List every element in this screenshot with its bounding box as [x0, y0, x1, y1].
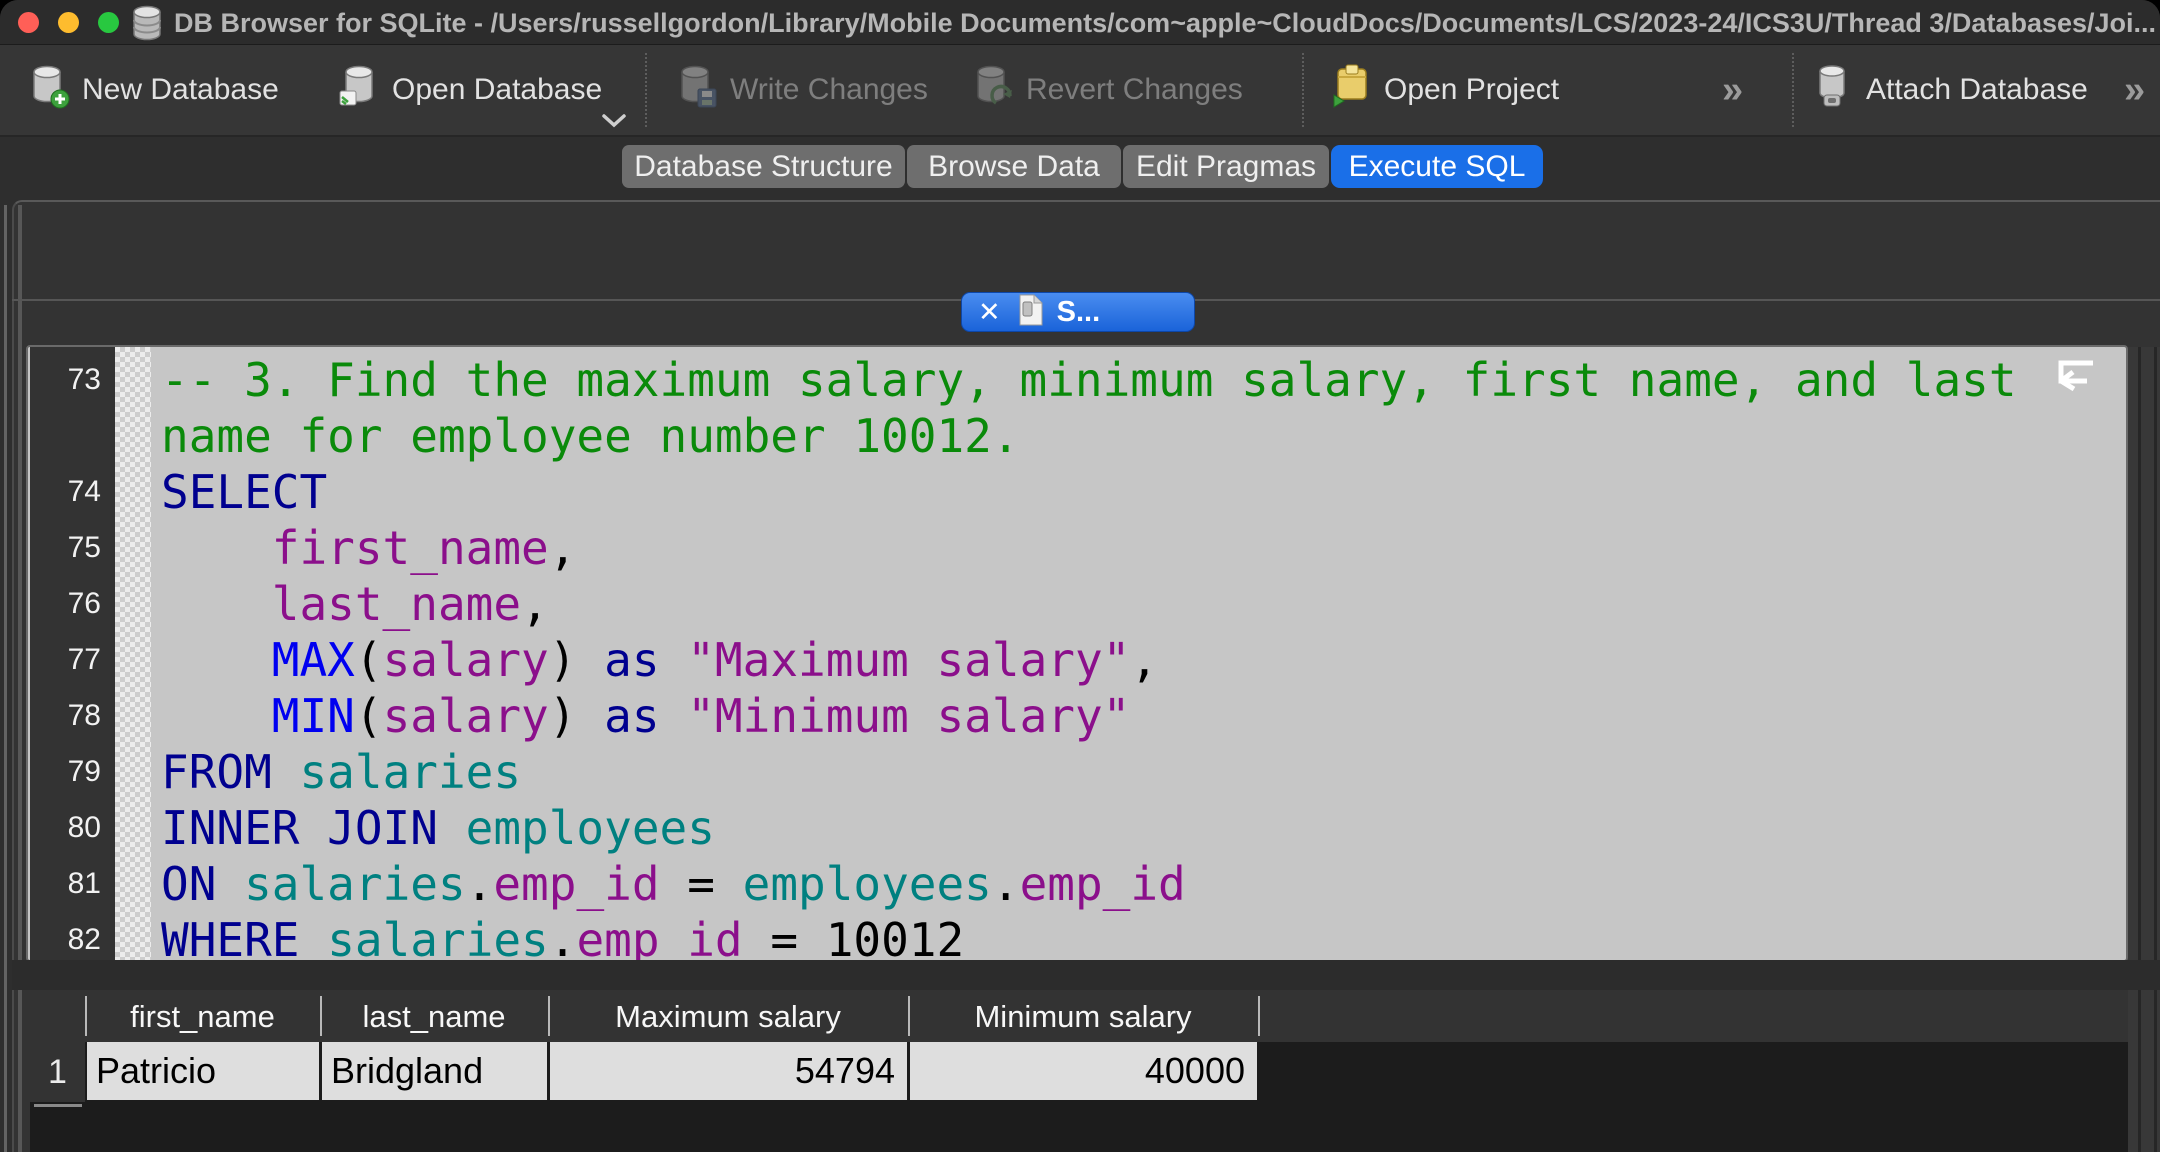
write-changes-label: Write Changes	[730, 73, 928, 107]
line-number: 81	[41, 856, 101, 912]
cell-last-name[interactable]: Bridgland	[322, 1042, 547, 1100]
revert-changes-label: Revert Changes	[1026, 73, 1243, 107]
scrollbar-groove	[2154, 347, 2157, 1152]
line-number: 74	[41, 464, 101, 520]
window-title: DB Browser for SQLite - /Users/russellgo…	[174, 0, 2156, 44]
line-wrap-icon	[2041, 355, 2097, 408]
editor-scrollbar[interactable]	[2128, 347, 2160, 1152]
code-line: FROM salaries	[161, 744, 521, 800]
sql-tab-label: S...	[1057, 296, 1101, 329]
code-line: first_name,	[161, 520, 576, 576]
code-line: MAX(salary) as "Maximum salary",	[161, 632, 1158, 688]
write-changes-icon	[676, 63, 718, 117]
new-database-label: New Database	[82, 73, 279, 107]
line-number: 80	[41, 800, 101, 856]
cell-first-name[interactable]: Patricio	[87, 1042, 319, 1100]
tab-execute-sql[interactable]: Execute SQL	[1331, 145, 1543, 188]
window-edge-groove	[4, 205, 7, 1152]
column-header-first-name[interactable]: first_name	[87, 990, 318, 1042]
minimize-window-button[interactable]	[58, 12, 79, 33]
open-database-button[interactable]: Open Database	[338, 45, 602, 135]
code-line: name for employee number 10012.	[161, 408, 1020, 464]
write-changes-button[interactable]: Write Changes	[676, 45, 928, 135]
column-header-maximum-salary[interactable]: Maximum salary	[550, 990, 906, 1042]
scrollbar-groove	[2138, 347, 2141, 1152]
toolbar-overflow-chevron[interactable]: »	[1722, 45, 1739, 135]
line-number-gutter: 73 747576777879808182	[30, 347, 115, 960]
line-number: 76	[41, 576, 101, 632]
database-app-icon	[130, 5, 164, 46]
line-number: 75	[41, 520, 101, 576]
open-database-icon	[338, 63, 380, 117]
code-line: INNER JOIN employees	[161, 800, 715, 856]
open-database-label: Open Database	[392, 73, 602, 107]
sql-document-icon	[1017, 294, 1045, 331]
sql-toolbar: b a	[12, 202, 2160, 301]
code-line: WHERE salaries.emp_id = 10012	[161, 912, 964, 960]
panel-edge-groove	[18, 205, 22, 1152]
column-header-minimum-salary[interactable]: Minimum salary	[910, 990, 1256, 1042]
close-icon[interactable]: ✕	[978, 293, 1001, 331]
line-number: 77	[41, 632, 101, 688]
revert-changes-button[interactable]: Revert Changes	[972, 45, 1243, 135]
open-database-dropdown-chevron[interactable]	[600, 113, 628, 134]
code-line: MIN(salary) as "Minimum salary"	[161, 688, 1130, 744]
new-database-button[interactable]: New Database	[28, 45, 279, 135]
toolbar-separator	[1302, 53, 1304, 127]
open-project-icon	[1330, 63, 1372, 117]
fold-margin	[115, 347, 151, 960]
code-line: -- 3. Find the maximum salary, minimum s…	[161, 352, 2017, 408]
column-separator	[1258, 996, 1260, 1036]
open-project-label: Open Project	[1384, 73, 1559, 107]
code-line: last_name,	[161, 576, 549, 632]
open-project-button[interactable]: Open Project	[1330, 45, 1559, 135]
results-table-body: 1 Patricio Bridgland 54794 40000	[30, 1042, 2128, 1152]
titlebar: DB Browser for SQLite - /Users/russellgo…	[0, 0, 2160, 45]
line-number	[41, 408, 101, 464]
attach-database-button[interactable]: Attach Database	[1812, 45, 2088, 135]
line-number: 82	[41, 912, 101, 960]
code-lines[interactable]: -- 3. Find the maximum salary, minimum s…	[151, 347, 2128, 960]
toolbar-overflow-chevron[interactable]: »	[2124, 45, 2141, 135]
app-window: DB Browser for SQLite - /Users/russellgo…	[0, 0, 2160, 1152]
row-number[interactable]: 1	[30, 1042, 85, 1102]
pane-splitter[interactable]	[12, 960, 2160, 990]
cell-maximum-salary[interactable]: 54794	[550, 1042, 907, 1100]
zoom-window-button[interactable]	[98, 12, 119, 33]
toolbar-separator	[645, 53, 647, 127]
row-grid-line	[34, 1104, 82, 1107]
code-line: ON salaries.emp_id = employees.emp_id	[161, 856, 1186, 912]
tab-database-structure[interactable]: Database Structure	[622, 145, 905, 188]
code-line: SELECT	[161, 464, 327, 520]
column-header-last-name[interactable]: last_name	[322, 990, 546, 1042]
tab-edit-pragmas[interactable]: Edit Pragmas	[1123, 145, 1329, 188]
new-database-icon	[28, 63, 70, 117]
toolbar-separator	[1792, 53, 1794, 127]
line-number: 79	[41, 744, 101, 800]
attach-database-label: Attach Database	[1866, 73, 2088, 107]
results-table-header: first_name last_name Maximum salary Mini…	[30, 990, 2128, 1042]
sql-editor-tab[interactable]: ✕ S...	[961, 292, 1195, 332]
attach-database-icon	[1812, 63, 1854, 117]
close-window-button[interactable]	[18, 12, 39, 33]
cell-minimum-salary[interactable]: 40000	[910, 1042, 1257, 1100]
revert-changes-icon	[972, 63, 1014, 117]
tab-browse-data[interactable]: Browse Data	[907, 145, 1121, 188]
line-number: 78	[41, 688, 101, 744]
main-toolbar: New Database Open Database	[0, 45, 2160, 137]
line-number: 73	[41, 352, 101, 408]
